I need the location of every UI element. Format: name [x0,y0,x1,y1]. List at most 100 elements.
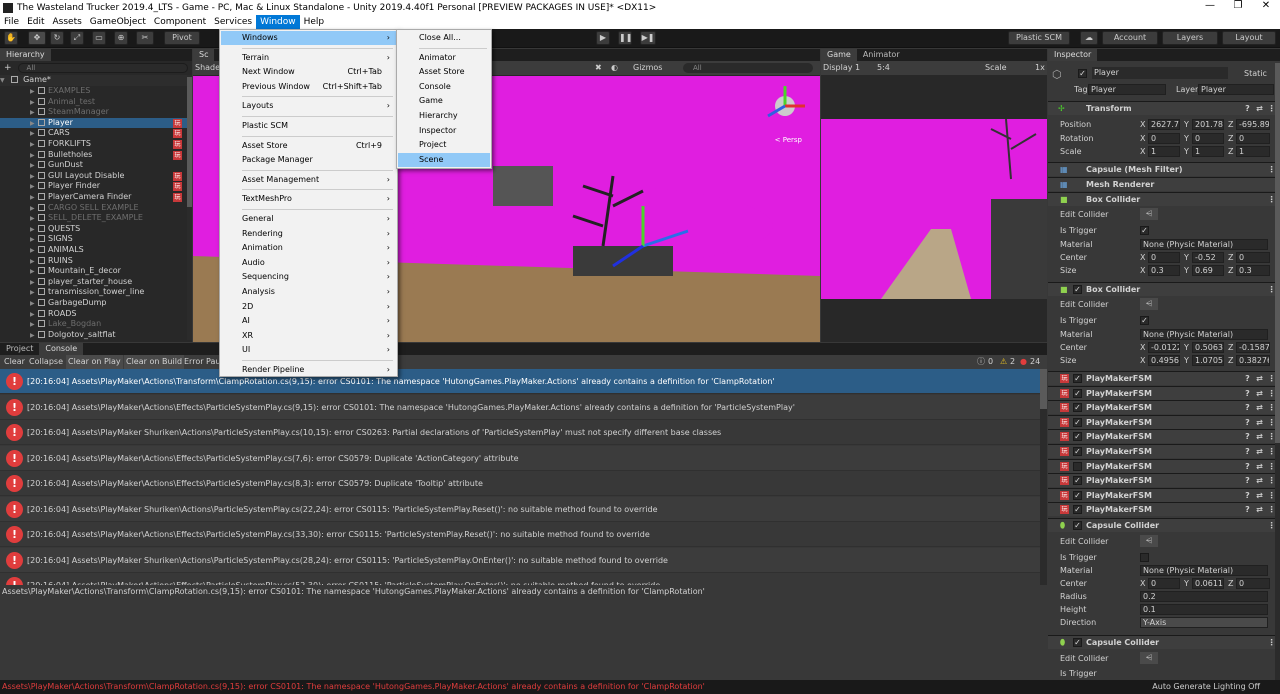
expand-arrow-icon[interactable]: ▶ [30,151,38,161]
is-trigger-checkbox[interactable] [1140,553,1149,562]
component-enabled-checkbox[interactable]: ✓ [1073,374,1082,383]
console-log-entry[interactable]: ! [20:16:04] Assets\PlayMaker\Actions\Eff… [0,445,1040,471]
preset-icon[interactable]: ⇄ [1255,418,1264,427]
is-trigger-checkbox[interactable]: ✓ [1140,316,1149,325]
expand-arrow-icon[interactable]: ▶ [30,288,38,298]
position-z-field[interactable]: -695.89 [1236,119,1270,130]
playmaker-badge-icon[interactable]: 玩 [173,118,182,128]
active-checkbox[interactable]: ✓ [1078,69,1087,78]
static-label[interactable]: Static [1244,67,1267,80]
console-log-entry[interactable]: ! [20:16:04] Assets\PlayMaker\Actions\Tra… [0,369,1040,394]
window-menu-item[interactable]: Animation › [221,241,396,255]
center-z-field[interactable]: -0.1587 [1236,342,1270,353]
inspector-scroll-thumb[interactable] [1275,63,1280,443]
help-icon[interactable]: ? [1243,432,1252,441]
scale-x-field[interactable]: 1 [1148,146,1180,157]
scale-value[interactable]: 1x [1035,61,1045,75]
preset-icon[interactable]: ⇄ [1255,491,1264,500]
help-icon[interactable]: ? [1243,374,1252,383]
tab-console[interactable]: Console [39,343,84,355]
close-button[interactable]: ✕ [1252,0,1280,11]
expand-arrow-icon[interactable]: ▶ [30,193,38,203]
expand-arrow-icon[interactable]: ▶ [30,235,38,245]
layers-dropdown[interactable]: Layers [1162,31,1218,45]
hierarchy-item[interactable]: ▶ transmission_tower_line [0,287,190,298]
step-button[interactable]: ▶❚ [640,31,656,45]
capsule-collider-2-header[interactable]: ⬮ ✓ Capsule Collider ⋮ [1048,635,1280,649]
hierarchy-item[interactable]: ▶ ANIMALS [0,245,190,256]
gizmos-dropdown[interactable]: Gizmos [633,61,662,75]
display-dropdown[interactable]: Display 1 [823,61,860,75]
expand-arrow-icon[interactable]: ▶ [30,246,38,256]
preset-icon[interactable]: ⇄ [1255,403,1264,412]
hierarchy-item[interactable]: ▶ Animal_test [0,97,190,108]
cloud-icon[interactable]: ☁ [1080,31,1098,45]
help-icon[interactable]: ? [1243,447,1252,456]
scene-root[interactable]: ▼ Game* [0,75,190,86]
playmaker-fsm-header[interactable]: 玩 ✓ PlayMakerFSM? ⇄ ⋮ [1048,502,1280,517]
windows-submenu-item[interactable]: Console [398,80,490,94]
playmaker-badge-icon[interactable]: 玩 [173,129,182,139]
console-log-entry[interactable]: ! [20:16:04] Assets\PlayMaker\Actions\Eff… [0,573,1040,585]
help-icon[interactable]: ? [1243,418,1252,427]
menu-gameobject[interactable]: GameObject [86,15,150,29]
hierarchy-item[interactable]: ▶ SteamManager [0,107,190,118]
center-y-field[interactable]: -0.52 [1192,252,1224,263]
menu-edit[interactable]: Edit [23,15,48,29]
preset-icon[interactable]: ⇄ [1255,374,1264,383]
size-y-field[interactable]: 1.07056 [1192,355,1224,366]
console-log-entry[interactable]: ! [20:16:04] Assets\PlayMaker Shuriken\Ac… [0,547,1040,573]
menu-file[interactable]: File [0,15,23,29]
center-x-field[interactable]: 0 [1148,578,1180,589]
warning-icon[interactable]: ⚠ [1000,355,1007,369]
window-menu-item[interactable]: Rendering › [221,227,396,241]
rotation-y-field[interactable]: 0 [1192,133,1224,144]
tab-animator[interactable]: Animator [857,49,906,61]
tab-game[interactable]: Game [821,49,857,61]
help-icon[interactable]: ? [1243,104,1252,113]
component-enabled-checkbox[interactable]: ✓ [1073,432,1082,442]
component-enabled-checkbox[interactable]: ✓ [1073,521,1082,530]
layout-dropdown[interactable]: Layout [1222,31,1276,45]
window-menu-item[interactable]: Terrain › [221,51,396,65]
window-menu-item[interactable]: Audio › [221,256,396,270]
component-enabled-checkbox[interactable]: ✓ [1073,490,1082,500]
scene-orientation-gizmo[interactable] [767,86,805,118]
window-menu-item[interactable]: Asset Store Ctrl+9 [221,139,396,153]
transform-tool-icon[interactable]: ⊕ [114,31,128,45]
menu-services[interactable]: Services [210,15,256,29]
hierarchy-item[interactable]: ▶ Bulletholes 玩 [0,150,190,161]
hierarchy-item[interactable]: ▶ Mountain_E_decor [0,266,190,277]
position-y-field[interactable]: 201.783 [1192,119,1224,130]
hierarchy-item[interactable]: ▶ QUESTS [0,224,190,235]
console-log-entry[interactable]: ! [20:16:04] Assets\PlayMaker\Actions\Eff… [0,471,1040,496]
playmaker-fsm-header[interactable]: 玩 ✓ PlayMakerFSM? ⇄ ⋮ [1048,414,1280,429]
hierarchy-item[interactable]: ▶ GUI Layout Disable 玩 [0,171,190,182]
plastic-scm-button[interactable]: Plastic SCM [1008,31,1070,45]
direction-dropdown[interactable]: Y-Axis [1140,617,1268,628]
help-icon[interactable]: ? [1243,462,1252,471]
hierarchy-item[interactable]: ▶ GunDust [0,160,190,171]
rotation-x-field[interactable]: 0 [1148,133,1180,144]
inspector-scrollbar[interactable] [1275,63,1280,680]
perspective-label[interactable]: < Persp [775,136,802,144]
preset-icon[interactable]: ⇄ [1255,476,1264,485]
center-x-field[interactable]: 0 [1148,252,1180,263]
size-x-field[interactable]: 0.49566 [1148,355,1180,366]
expand-arrow-icon[interactable]: ▶ [30,129,38,139]
account-dropdown[interactable]: Account [1102,31,1158,45]
component-enabled-checkbox[interactable]: ✓ [1073,388,1082,398]
playmaker-badge-icon[interactable]: 玩 [173,193,182,202]
info-icon[interactable]: ⓘ [977,355,985,369]
console-log-entry[interactable]: ! [20:16:04] Assets\PlayMaker\Actions\Eff… [0,394,1040,420]
auto-lighting-status[interactable]: Auto Generate Lighting Off [1152,680,1260,694]
playmaker-fsm-header[interactable]: 玩 PlayMakerFSM? ⇄ ⋮ [1048,458,1280,473]
window-menu-item[interactable]: Analysis › [221,285,396,299]
tools-icon[interactable]: ✖ [595,61,602,75]
component-enabled-checkbox[interactable]: ✓ [1073,638,1082,647]
expand-arrow-icon[interactable]: ▶ [30,108,38,118]
hand-tool-icon[interactable]: ✋ [4,31,18,45]
transform-header[interactable]: ✢ Transform ? ⇄ ⋮ [1048,101,1280,115]
tab-inspector[interactable]: Inspector [1048,49,1098,61]
playmaker-fsm-header[interactable]: 玩 ✓ PlayMakerFSM? ⇄ ⋮ [1048,371,1280,385]
